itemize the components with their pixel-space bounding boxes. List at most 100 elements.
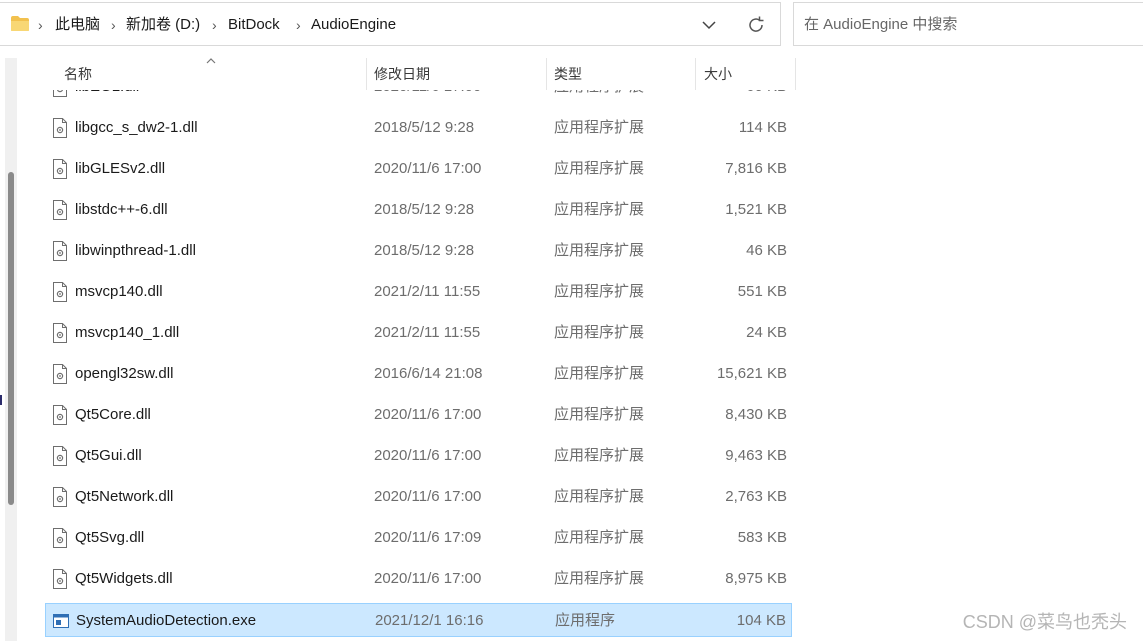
file-row[interactable]: msvcp140.dll 2021/2/11 11:55 应用程序扩展 551 KB: [45, 275, 792, 309]
file-name: Qt5Core.dll: [75, 406, 151, 423]
file-size: 7,816 KB: [725, 160, 787, 177]
file-modified-date: 2018/5/12 9:28: [374, 242, 475, 259]
file-name: msvcp140_1.dll: [75, 324, 180, 341]
file-modified-date: 2020/11/6 17:00: [374, 570, 482, 587]
file-row[interactable]: Qt5Core.dll 2020/11/6 17:00 应用程序扩展 8,430 KB: [45, 398, 792, 432]
column-header-type[interactable]: 类型: [554, 58, 582, 90]
file-modified-date: 2021/2/11 11:55: [374, 324, 481, 341]
file-size: 46 KB: [746, 242, 787, 259]
chevron-right-icon: ›: [296, 17, 301, 33]
column-divider[interactable]: [695, 58, 696, 90]
file-name: libwinpthread-1.dll: [75, 242, 196, 259]
dll-file-icon: [53, 364, 67, 384]
dll-file-icon: [53, 200, 67, 220]
file-row[interactable]: Qt5Gui.dll 2020/11/6 17:00 应用程序扩展 9,463 KB: [45, 439, 792, 473]
file-size: 1,521 KB: [725, 201, 787, 218]
file-type: 应用程序扩展: [554, 160, 645, 177]
file-row[interactable]: SystemAudioDetection.exe 2021/12/1 16:16 应…: [45, 603, 792, 637]
dll-file-icon: [53, 118, 67, 138]
file-size: 15,621 KB: [716, 365, 787, 382]
column-header-name[interactable]: 名称: [64, 58, 92, 90]
file-row[interactable]: Qt5Widgets.dll 2020/11/6 17:00 应用程序扩展 8,975…: [45, 562, 792, 596]
file-type: 应用程序扩展: [554, 570, 645, 587]
dll-file-icon: [53, 446, 67, 466]
file-type: 应用程序扩展: [554, 283, 645, 300]
file-type: 应用程序: [555, 612, 616, 629]
file-row[interactable]: libGLESv2.dll 2020/11/6 17:00 应用程序扩展 7,816 …: [45, 152, 792, 186]
file-size: 24 KB: [746, 324, 787, 341]
column-divider[interactable]: [546, 58, 547, 90]
file-name: SystemAudioDetection.exe: [76, 612, 257, 629]
file-row[interactable]: opengl32sw.dll 2016/6/14 21:08 应用程序扩展 15,62…: [45, 357, 792, 391]
column-divider[interactable]: [366, 58, 367, 90]
breadcrumb-item-audioengine[interactable]: AudioEngine: [311, 3, 396, 47]
sort-ascending-icon: [206, 58, 216, 64]
dll-file-icon: [53, 159, 67, 179]
breadcrumb-item-drive-d[interactable]: 新加卷 (D:): [126, 3, 200, 47]
file-size: 104 KB: [736, 612, 786, 629]
file-type: 应用程序扩展: [554, 119, 645, 136]
file-type: 应用程序扩展: [554, 324, 645, 341]
file-name: Qt5Gui.dll: [75, 447, 142, 464]
file-size: 551 KB: [737, 283, 787, 300]
file-row[interactable]: libstdc++-6.dll 2018/5/12 9:28 应用程序扩展 1,521…: [45, 193, 792, 227]
file-row[interactable]: Qt5Network.dll 2020/11/6 17:00 应用程序扩展 2,763…: [45, 480, 792, 514]
chevron-right-icon: ›: [212, 17, 217, 33]
dll-file-icon: [53, 405, 67, 425]
search-input[interactable]: 在 AudioEngine 中搜索: [793, 2, 1143, 46]
breadcrumb-item-this-pc[interactable]: 此电脑: [55, 3, 100, 47]
file-name: Qt5Network.dll: [75, 488, 174, 505]
file-name: Qt5Svg.dll: [75, 529, 145, 546]
file-type: 应用程序扩展: [554, 242, 645, 259]
file-type: 应用程序扩展: [554, 529, 645, 546]
dll-file-icon: [53, 487, 67, 507]
file-size: 114 KB: [738, 119, 787, 136]
file-size: 60 KB: [746, 78, 787, 95]
watermark: CSDN @菜鸟也秃头: [962, 612, 1127, 632]
file-modified-date: 2016/6/14 21:08: [374, 365, 483, 382]
file-type: 应用程序扩展: [554, 488, 645, 505]
file-modified-date: 2018/5/12 9:28: [374, 119, 475, 136]
file-modified-date: 2020/11/6 17:00: [374, 447, 482, 464]
address-bar[interactable]: › 此电脑 › 新加卷 (D:) › BitDock › AudioEngine: [0, 2, 781, 46]
dll-file-icon: [53, 528, 67, 548]
exe-file-icon: [53, 614, 69, 628]
column-header-size[interactable]: 大小: [704, 58, 732, 90]
file-size: 9,463 KB: [725, 447, 787, 464]
file-row[interactable]: Qt5Svg.dll 2020/11/6 17:09 应用程序扩展 583 KB: [45, 521, 792, 555]
dll-file-icon: [53, 569, 67, 589]
file-row[interactable]: msvcp140_1.dll 2021/2/11 11:55 应用程序扩展 24 KB: [45, 316, 792, 350]
file-type: 应用程序扩展: [554, 365, 645, 382]
file-type: 应用程序扩展: [554, 201, 645, 218]
file-modified-date: 2021/12/1 16:16: [375, 612, 484, 629]
folder-icon: [11, 16, 29, 31]
file-row[interactable]: libwinpthread-1.dll 2018/5/12 9:28 应用程序扩展 4…: [45, 234, 792, 268]
file-name: msvcp140.dll: [75, 283, 163, 300]
chevron-down-icon[interactable]: [697, 13, 721, 37]
file-name: Qt5Widgets.dll: [75, 570, 173, 587]
dll-file-icon: [53, 241, 67, 261]
search-placeholder: 在 AudioEngine 中搜索: [804, 16, 958, 33]
file-name: libGLESv2.dll: [75, 160, 166, 177]
file-modified-date: 2018/5/12 9:28: [374, 201, 475, 218]
file-name: libgcc_s_dw2-1.dll: [75, 119, 198, 136]
file-modified-date: 2020/11/6 17:09: [374, 529, 482, 546]
file-name: opengl32sw.dll: [75, 365, 174, 382]
file-name: libstdc++-6.dll: [75, 201, 168, 218]
chevron-right-icon: ›: [111, 17, 116, 33]
file-type: 应用程序扩展: [554, 447, 645, 464]
file-size: 8,975 KB: [725, 570, 787, 587]
file-list: libEGL.dll 2020/11/6 17:00 应用程序扩展 60 KB libg…: [0, 78, 1143, 641]
column-header-date[interactable]: 修改日期: [374, 58, 430, 90]
file-type: 应用程序扩展: [554, 406, 645, 423]
file-size: 583 KB: [737, 529, 787, 546]
file-row[interactable]: libgcc_s_dw2-1.dll 2018/5/12 9:28 应用程序扩展 11…: [45, 111, 792, 145]
file-modified-date: 2020/11/6 17:00: [374, 160, 482, 177]
file-size: 8,430 KB: [725, 406, 787, 423]
chevron-right-icon: ›: [38, 17, 43, 33]
dll-file-icon: [53, 282, 67, 302]
breadcrumb-item-bitdock[interactable]: BitDock: [228, 3, 280, 47]
dll-file-icon: [53, 323, 67, 343]
column-divider[interactable]: [795, 58, 796, 90]
refresh-icon[interactable]: [744, 13, 768, 37]
